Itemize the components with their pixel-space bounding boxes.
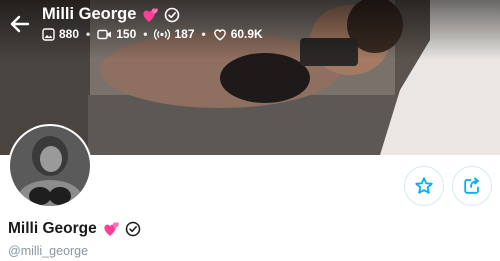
avatar[interactable] xyxy=(8,124,92,208)
stat-photos: 880 xyxy=(42,27,79,41)
profile-name: Milli George xyxy=(8,220,141,238)
profile-name-text: Milli George xyxy=(8,220,97,237)
star-icon xyxy=(415,177,433,194)
share-button[interactable] xyxy=(452,166,492,206)
header-stats: 880 • 150 • 187 • 60.9K xyxy=(42,27,263,41)
stat-videos-value: 150 xyxy=(116,27,137,41)
two-hearts-icon xyxy=(143,7,159,22)
heart-icon xyxy=(213,28,226,40)
arrow-left-icon xyxy=(10,15,30,33)
stat-likes: 60.9K xyxy=(213,27,263,41)
stream-icon xyxy=(154,28,171,40)
video-icon xyxy=(97,29,112,39)
back-button[interactable] xyxy=(8,12,32,36)
stat-separator: • xyxy=(86,27,91,41)
header-name-text: Milli George xyxy=(42,5,137,23)
header-title: Milli George xyxy=(42,5,180,24)
two-hearts-icon xyxy=(104,222,119,236)
favorite-button[interactable] xyxy=(404,166,444,206)
share-icon xyxy=(464,177,479,194)
verified-check-icon xyxy=(125,221,140,237)
verified-check-icon xyxy=(165,7,180,22)
stat-videos: 150 xyxy=(97,27,136,41)
stat-likes-value: 60.9K xyxy=(230,27,263,41)
stat-photos-value: 880 xyxy=(59,27,80,41)
stat-separator: • xyxy=(201,27,206,41)
image-icon xyxy=(42,27,55,41)
stat-streams: 187 xyxy=(154,27,195,41)
stat-streams-value: 187 xyxy=(174,27,195,41)
avatar-photo xyxy=(10,126,90,206)
stat-separator: • xyxy=(143,27,148,41)
username: @milli_george xyxy=(8,244,89,258)
